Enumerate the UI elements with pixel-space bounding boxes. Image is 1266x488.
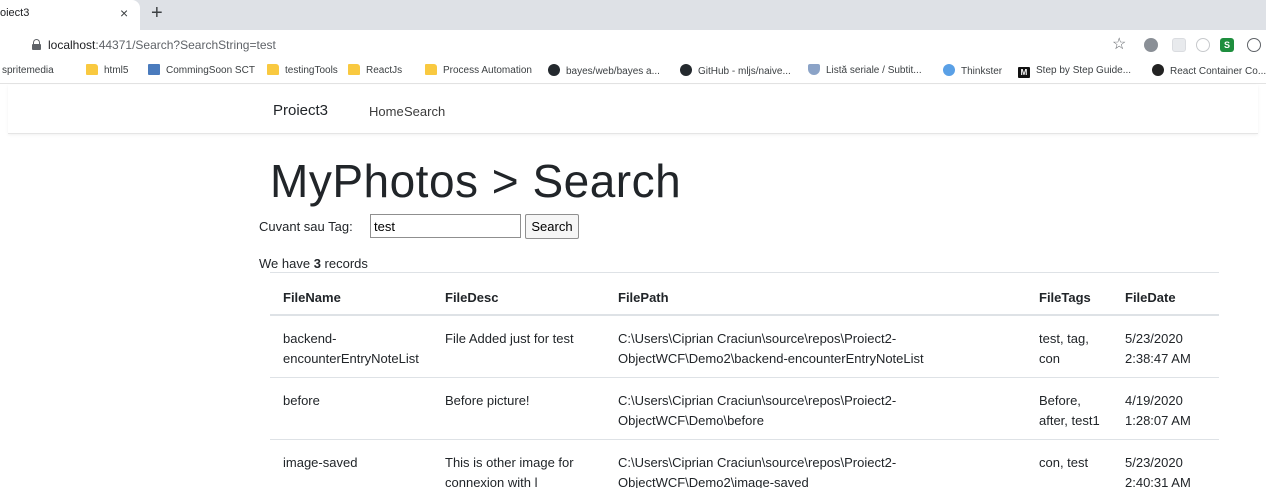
extension-icon[interactable]: [1172, 38, 1186, 52]
bookmarks-bar: spritemedia html5 CommingSoon SCT testin…: [0, 58, 1266, 84]
file-desc-cell: This is other image for connexion with l: [445, 455, 574, 488]
nav-link-home[interactable]: Home: [369, 104, 404, 119]
extension-icon[interactable]: [1247, 38, 1261, 52]
records-count: 3: [313, 256, 321, 271]
bookmark-item[interactable]: spritemedia: [2, 64, 54, 78]
tab-title: oiect3: [0, 7, 30, 19]
navbar-brand[interactable]: Proiect3: [273, 102, 328, 119]
bookmark-item[interactable]: CommingSoon SCT: [148, 64, 255, 78]
browser-tabstrip: oiect3 × +: [0, 0, 1266, 30]
column-header: FileDate: [1125, 290, 1176, 305]
github-icon: [548, 64, 560, 76]
file-date-cell: 5/23/2020 2:38:47 AM: [1125, 331, 1191, 366]
site-navbar: Proiect3 Home Search: [8, 85, 1258, 134]
folder-icon: [425, 64, 437, 75]
bookmark-item[interactable]: html5: [86, 64, 128, 78]
bookmark-star-icon[interactable]: ☆: [1112, 34, 1126, 54]
search-button[interactable]: Search: [525, 214, 579, 239]
bookmark-item[interactable]: Thinkster: [943, 64, 1002, 78]
bookmark-item[interactable]: bayes/web/bayes a...: [548, 64, 660, 78]
new-tab-icon[interactable]: +: [151, 1, 163, 25]
file-tags-cell: con, test: [1039, 455, 1089, 470]
bookmark-item[interactable]: M Step by Step Guide...: [1018, 64, 1131, 78]
bookmark-item[interactable]: React Container Co...: [1152, 64, 1266, 78]
table-row: image-saved This is other image for conne…: [270, 440, 1219, 488]
page-icon: [148, 64, 160, 75]
table-header-row: FileName FileDesc FilePath FileTags File…: [270, 273, 1219, 316]
file-path-cell: C:\Users\Ciprian Craciun\source\repos\Pr…: [618, 331, 924, 366]
records-count-text: We have 3 records: [259, 256, 368, 271]
file-tags-cell: test, tag, con: [1039, 331, 1089, 366]
bookmark-item[interactable]: testingTools: [267, 64, 338, 78]
column-header: FileTags: [1039, 290, 1091, 305]
nav-link-search[interactable]: Search: [404, 104, 445, 119]
file-desc-cell: File Added just for test: [445, 331, 574, 346]
table-row: backend-encounterEntryNoteList File Adde…: [270, 316, 1219, 378]
page-title: MyPhotos > Search: [270, 155, 682, 207]
browser-tab[interactable]: oiect3 ×: [0, 0, 140, 30]
thinkster-icon: [943, 64, 955, 76]
extension-icon[interactable]: S: [1220, 38, 1234, 52]
file-name-cell: backend-encounterEntryNoteList: [283, 331, 419, 366]
column-header: FileDesc: [445, 290, 499, 305]
results-table: FileName FileDesc FilePath FileTags File…: [270, 272, 1219, 488]
folder-icon: [267, 64, 279, 75]
column-header: FilePath: [618, 290, 669, 305]
lock-icon[interactable]: [32, 39, 41, 50]
extension-icon[interactable]: [1196, 38, 1210, 52]
url-text[interactable]: localhost:44371/Search?SearchString=test: [48, 38, 276, 52]
bookmark-item[interactable]: Process Automation: [425, 64, 532, 78]
file-name-cell: before: [283, 393, 320, 408]
bookmark-item[interactable]: Listă seriale / Subtit...: [808, 64, 922, 78]
file-path-cell: C:\Users\Ciprian Craciun\source\repos\Pr…: [618, 455, 897, 488]
file-tags-cell: Before, after, test1: [1039, 393, 1100, 428]
bookmark-item[interactable]: ReactJs: [348, 64, 402, 78]
search-input[interactable]: [370, 214, 521, 238]
bookmark-item[interactable]: GitHub - mljs/naive...: [680, 64, 791, 78]
file-date-cell: 5/23/2020 2:40:31 AM: [1125, 455, 1191, 488]
extension-icon[interactable]: [1144, 38, 1158, 52]
search-label: Cuvant sau Tag:: [259, 219, 353, 234]
address-bar[interactable]: localhost:44371/Search?SearchString=test…: [0, 30, 1266, 58]
file-path-cell: C:\Users\Ciprian Craciun\source\repos\Pr…: [618, 393, 897, 428]
medium-icon: M: [1018, 67, 1030, 78]
file-name-cell: image-saved: [283, 455, 358, 470]
github-icon: [680, 64, 692, 76]
shield-icon: [808, 64, 820, 75]
file-date-cell: 4/19/2020 1:28:07 AM: [1125, 393, 1191, 428]
react-icon: [1152, 64, 1164, 76]
file-desc-cell: Before picture!: [445, 393, 530, 408]
close-icon[interactable]: ×: [120, 4, 128, 22]
column-header: FileName: [283, 290, 341, 305]
folder-icon: [86, 64, 98, 75]
folder-icon: [348, 64, 360, 75]
table-row: before Before picture! C:\Users\Ciprian …: [270, 378, 1219, 440]
